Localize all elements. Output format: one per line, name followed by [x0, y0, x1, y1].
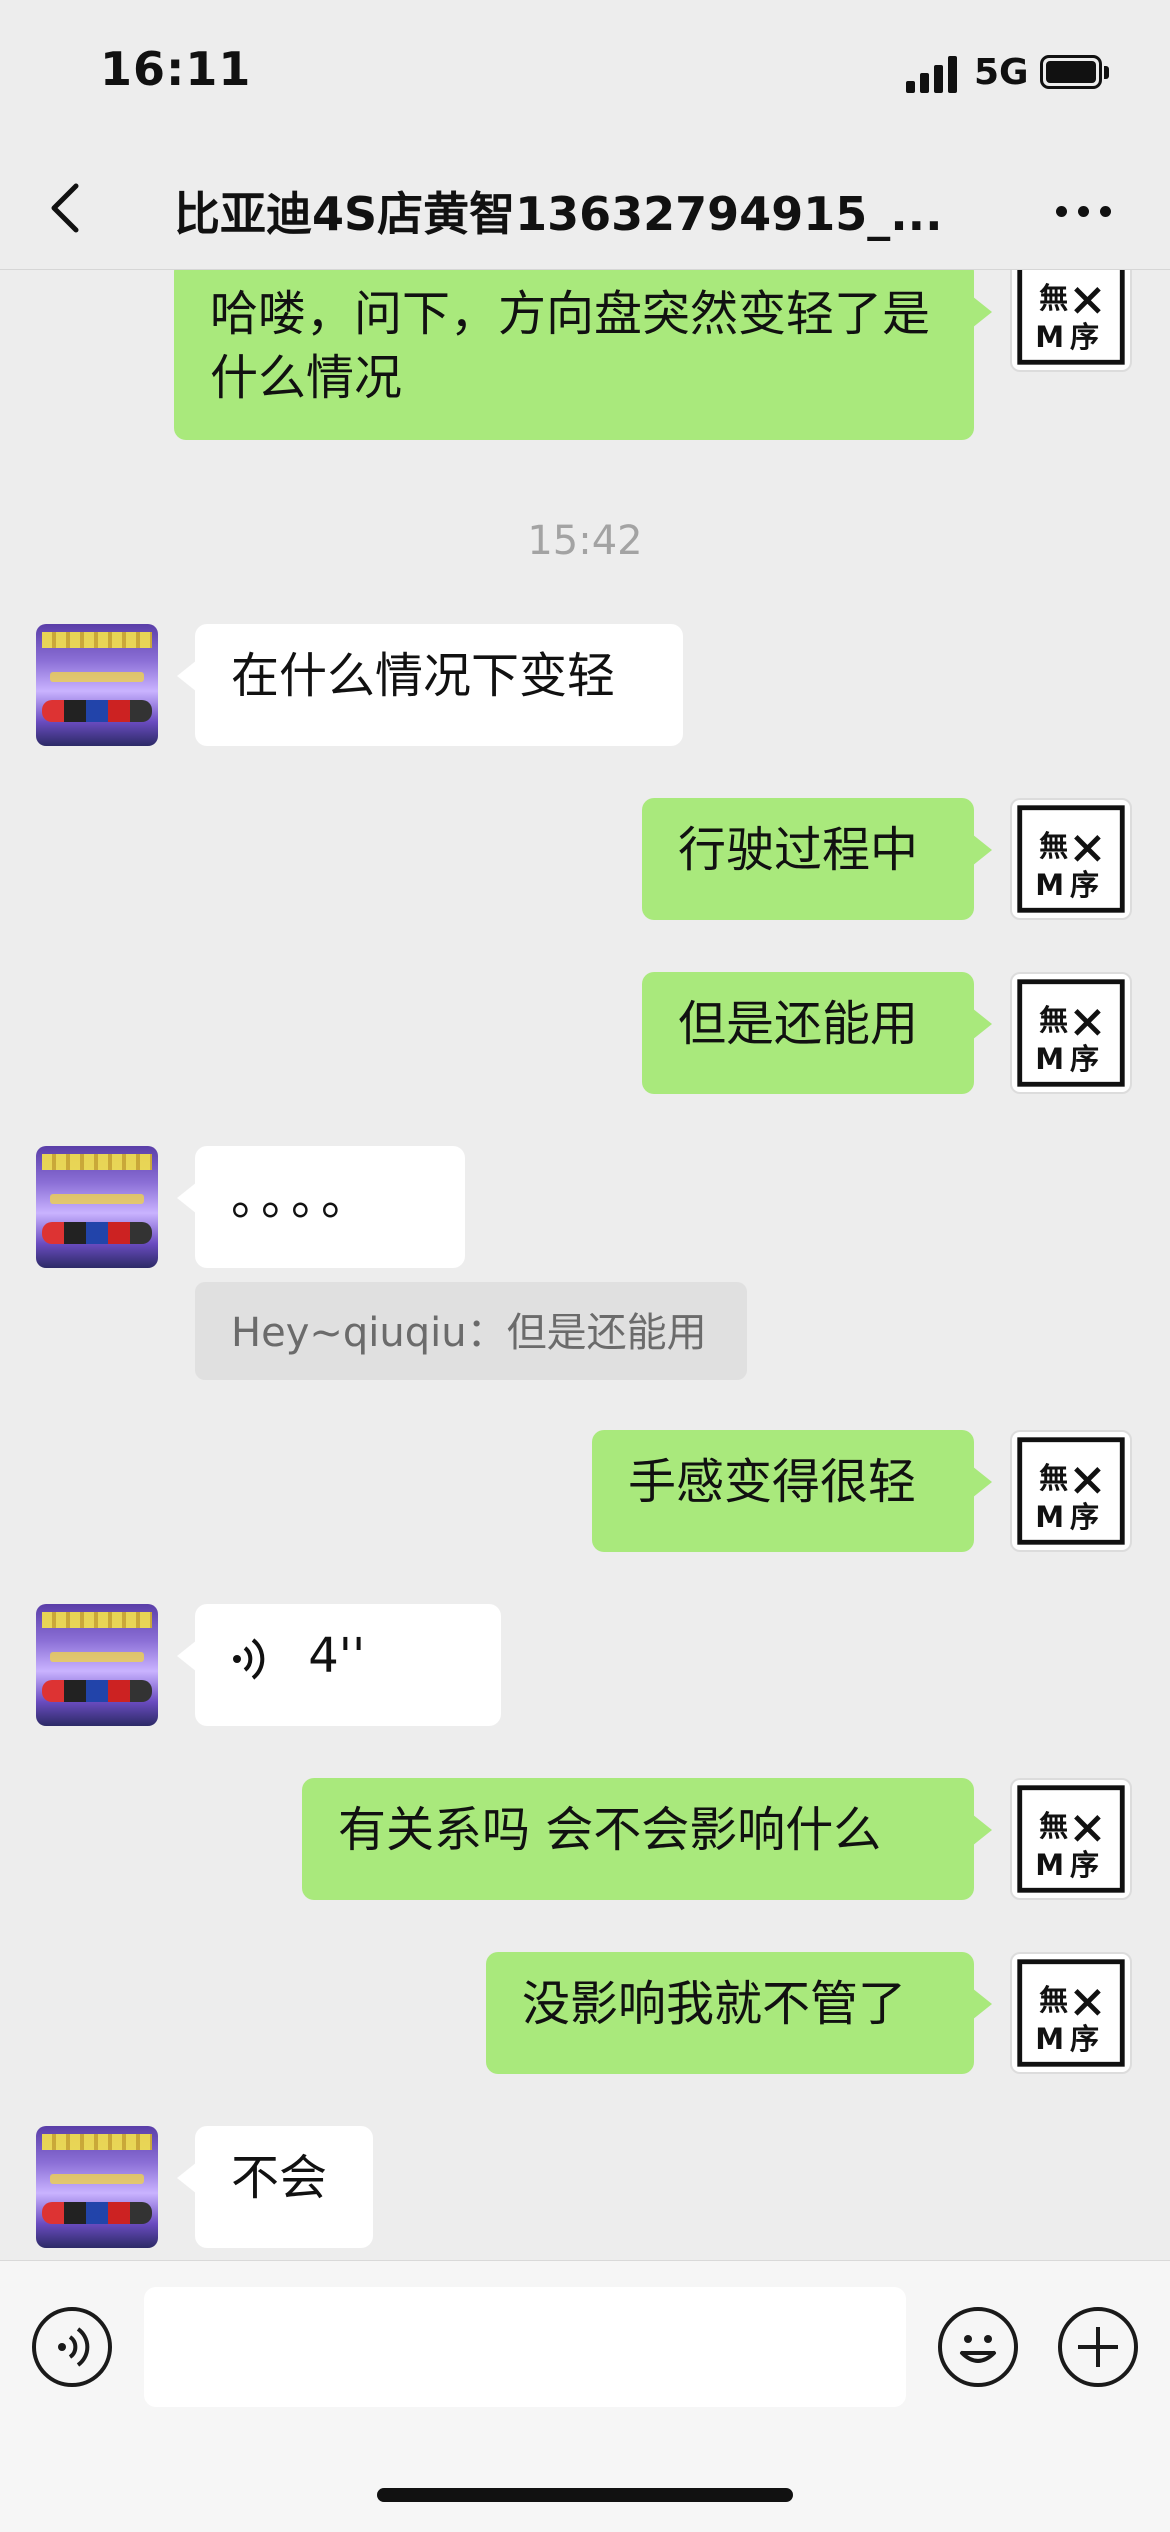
message-bubble-self[interactable]: 但是还能用 [642, 972, 992, 1094]
message-bubble-contact[interactable]: 。。。。 [177, 1146, 465, 1268]
svg-text:序: 序 [1070, 868, 1099, 902]
self-avatar[interactable]: 無 M 序 [1010, 972, 1132, 1094]
more-options-icon[interactable] [1054, 200, 1114, 220]
message-text: 没影响我就不管了 [522, 1976, 907, 2032]
svg-text:無: 無 [1039, 1003, 1068, 1037]
signal-icon [906, 55, 958, 93]
message-bubble-contact[interactable]: 在什么情况下变轻 [177, 624, 683, 746]
brand-logo-icon: 無 M 序 [1017, 1959, 1125, 2067]
message-text: 在什么情况下变轻 [231, 648, 616, 704]
brand-logo-icon: 無 M 序 [1017, 1785, 1125, 1893]
svg-text:序: 序 [1070, 1500, 1099, 1534]
svg-text:序: 序 [1070, 320, 1099, 354]
self-avatar[interactable]: 無 M 序 [1010, 270, 1132, 372]
svg-text:序: 序 [1070, 1848, 1099, 1882]
svg-text:M: M [1035, 1042, 1064, 1076]
self-avatar[interactable]: 無 M 序 [1010, 1430, 1132, 1552]
brand-logo-icon: 無 M 序 [1017, 1437, 1125, 1545]
message-bubble-self[interactable]: 哈喽，问下，方向盘突然变轻了是什么情况 [174, 270, 992, 440]
message-bubble-contact[interactable]: 不会 [177, 2126, 373, 2248]
battery-icon [1040, 55, 1110, 91]
emoji-button[interactable] [938, 2307, 1018, 2387]
chat-header: 比亚迪4S店黄智13632794915_... [0, 150, 1170, 270]
svg-text:無: 無 [1039, 1983, 1068, 2017]
svg-text:M: M [1035, 1848, 1064, 1882]
contact-avatar[interactable] [36, 1146, 158, 1268]
svg-text:無: 無 [1039, 829, 1068, 863]
svg-text:M: M [1035, 1500, 1064, 1534]
voice-icon [58, 2327, 90, 2367]
self-avatar[interactable]: 無 M 序 [1010, 798, 1132, 920]
emoji-icon [960, 2335, 996, 2363]
message-bubble-self[interactable]: 没影响我就不管了 [486, 1952, 992, 2074]
message-input[interactable] [144, 2287, 906, 2407]
chat-message-list[interactable]: 哈喽，问下，方向盘突然变轻了是什么情况 無 M 序 15:42 在什么情况下变轻… [0, 270, 1170, 2260]
svg-text:M: M [1035, 868, 1064, 902]
quoted-text: Hey~qiuqiu：但是还能用 [231, 1310, 707, 1356]
brand-logo-icon: 無 M 序 [1017, 270, 1125, 365]
svg-text:序: 序 [1070, 1042, 1099, 1076]
status-bar: 16:11 5G [0, 0, 1170, 150]
back-arrow-icon[interactable] [38, 178, 98, 238]
more-functions-button[interactable] [1058, 2307, 1138, 2387]
chat-title: 比亚迪4S店黄智13632794915_... [174, 187, 943, 241]
voice-duration: 4'' [308, 1628, 366, 1684]
svg-text:M: M [1035, 320, 1064, 354]
contact-avatar[interactable] [36, 624, 158, 746]
voice-input-button[interactable] [32, 2307, 112, 2387]
svg-text:無: 無 [1039, 281, 1068, 315]
svg-text:無: 無 [1039, 1461, 1068, 1495]
message-bubble-self[interactable]: 行驶过程中 [642, 798, 992, 920]
voice-message-bubble[interactable]: 4'' [177, 1604, 501, 1726]
home-indicator[interactable] [377, 2488, 793, 2502]
plus-icon [1078, 2327, 1118, 2367]
svg-text:無: 無 [1039, 1809, 1068, 1843]
contact-avatar[interactable] [36, 1604, 158, 1726]
message-text: 行驶过程中 [678, 822, 919, 878]
self-avatar[interactable]: 無 M 序 [1010, 1778, 1132, 1900]
voice-wave-icon [233, 1638, 265, 1680]
network-label: 5G [974, 52, 1029, 93]
contact-avatar[interactable] [36, 2126, 158, 2248]
message-bubble-self[interactable]: 有关系吗 会不会影响什么 [302, 1778, 992, 1900]
message-text: 。。。。 [231, 1170, 376, 1226]
message-timestamp: 15:42 [527, 518, 643, 564]
brand-logo-icon: 無 M 序 [1017, 805, 1125, 913]
quoted-message[interactable]: Hey~qiuqiu：但是还能用 [195, 1282, 747, 1380]
message-text: 不会 [231, 2150, 328, 2206]
message-text: 有关系吗 会不会影响什么 [338, 1802, 882, 1858]
svg-text:M: M [1035, 2022, 1064, 2056]
message-bubble-self[interactable]: 手感变得很轻 [592, 1430, 992, 1552]
svg-text:序: 序 [1070, 2022, 1099, 2056]
message-text: 手感变得很轻 [628, 1454, 917, 1510]
status-time: 16:11 [100, 42, 252, 96]
message-text: 哈喽，问下，方向盘突然变轻了是什么情况 [210, 286, 931, 406]
message-text: 但是还能用 [678, 996, 919, 1052]
self-avatar[interactable]: 無 M 序 [1010, 1952, 1132, 2074]
brand-logo-icon: 無 M 序 [1017, 979, 1125, 1087]
